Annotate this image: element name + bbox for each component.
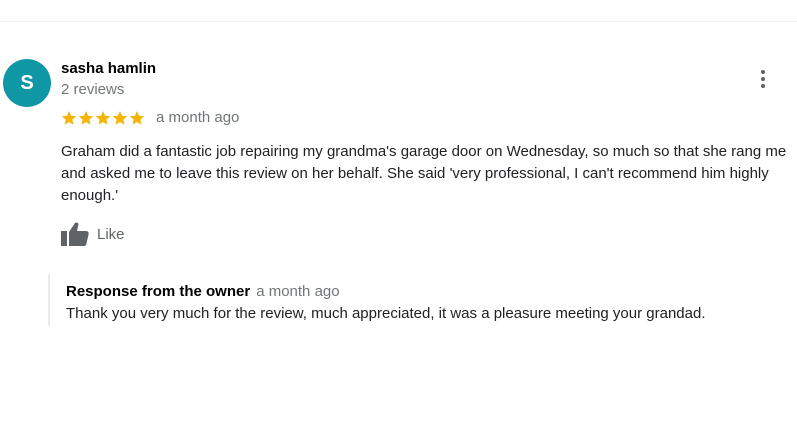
star-icon bbox=[129, 110, 145, 125]
avatar[interactable]: S bbox=[3, 59, 51, 107]
star-rating bbox=[61, 110, 145, 126]
owner-response: Response from the owner a month ago Than… bbox=[48, 274, 788, 326]
star-icon bbox=[112, 110, 128, 125]
more-vert-icon-dot bbox=[761, 77, 765, 81]
owner-response-timestamp: a month ago bbox=[256, 283, 340, 300]
review-card: S sasha hamlin 2 reviews a month ago Gra… bbox=[0, 0, 797, 433]
review-count: 2 reviews bbox=[61, 81, 125, 98]
owner-response-title: Response from the owner bbox=[66, 283, 251, 300]
owner-response-header: Response from the owner a month ago bbox=[66, 283, 340, 300]
more-vert-icon-dot bbox=[761, 70, 765, 74]
more-vert-icon-dot bbox=[761, 84, 765, 88]
star-icon bbox=[61, 110, 77, 125]
author-name[interactable]: sasha hamlin bbox=[61, 60, 156, 77]
review-text: Graham did a fantastic job repairing my … bbox=[61, 143, 787, 204]
star-icon bbox=[78, 110, 94, 125]
rating-row: a month ago bbox=[61, 109, 239, 126]
review-timestamp: a month ago bbox=[156, 109, 240, 126]
owner-response-text: Thank you very much for the review, much… bbox=[66, 305, 706, 322]
star-icon bbox=[95, 110, 111, 125]
like-button[interactable]: Like bbox=[60, 221, 125, 247]
more-options-button[interactable] bbox=[752, 66, 774, 92]
thumbs-up-icon bbox=[61, 222, 89, 246]
like-label: Like bbox=[97, 225, 125, 243]
